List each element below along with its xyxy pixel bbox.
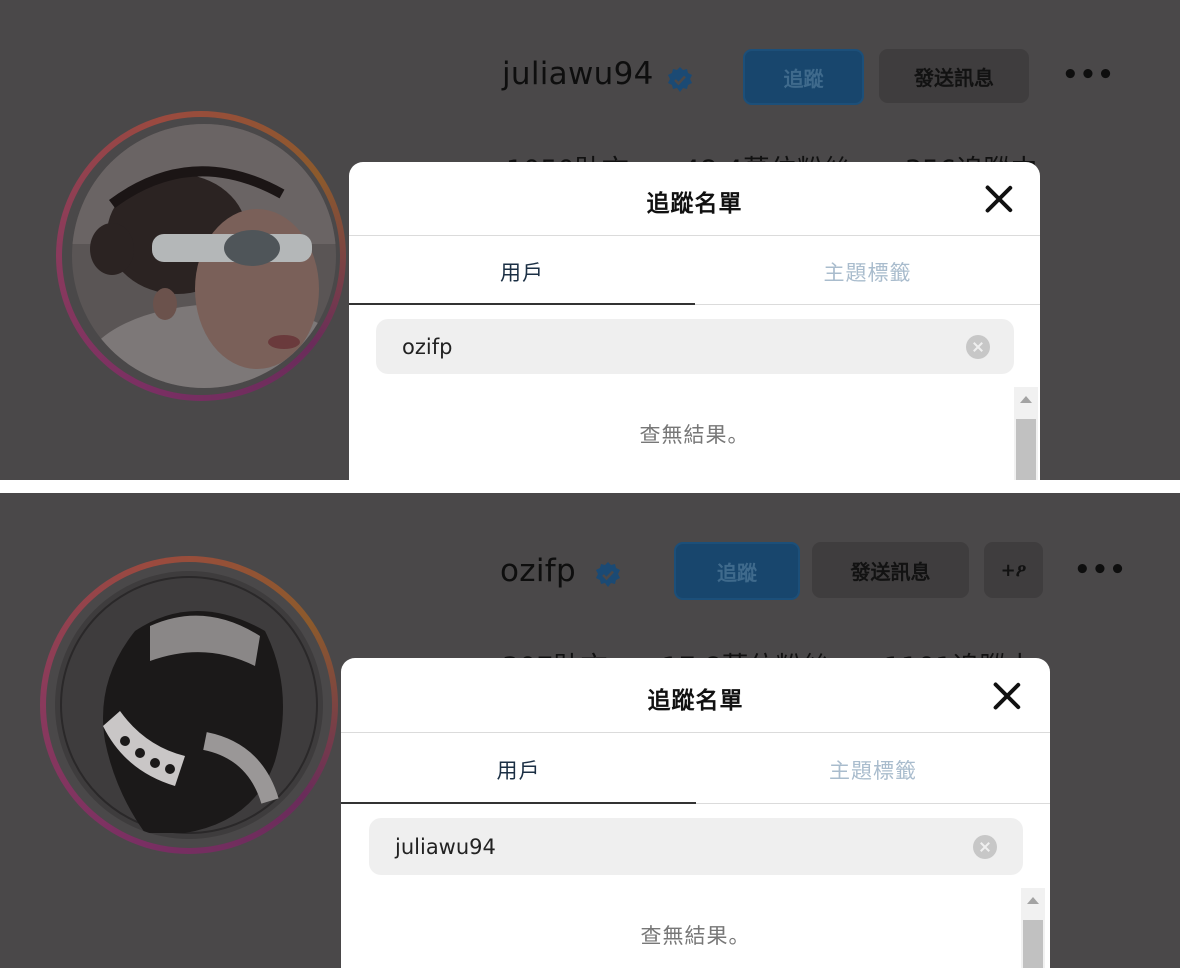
- avatar[interactable]: [55, 571, 323, 839]
- search-input[interactable]: ozifp: [402, 335, 452, 359]
- clear-search-icon[interactable]: [966, 334, 990, 359]
- tab-hashtags[interactable]: 主題標籤: [696, 755, 1050, 785]
- search-field[interactable]: ozifp: [376, 319, 1014, 374]
- tab-hashtags[interactable]: 主題標籤: [695, 257, 1040, 287]
- send-message-button[interactable]: 發送訊息: [812, 542, 969, 598]
- empty-result-text: 查無結果。: [639, 423, 750, 447]
- close-icon[interactable]: [991, 680, 1023, 712]
- avatar[interactable]: [72, 124, 336, 388]
- more-options-icon[interactable]: •••: [1062, 60, 1115, 90]
- search-field[interactable]: juliawu94: [369, 818, 1023, 875]
- profile-username: ozifp: [500, 553, 576, 589]
- header-divider: [341, 732, 1050, 733]
- send-message-button[interactable]: 發送訊息: [879, 49, 1029, 103]
- active-tab-indicator: [349, 303, 695, 305]
- close-icon[interactable]: [983, 183, 1015, 215]
- header-divider: [349, 235, 1040, 236]
- scrollbar[interactable]: [1014, 387, 1038, 480]
- empty-result-text: 查無結果。: [640, 924, 751, 948]
- follow-button[interactable]: 追蹤: [743, 49, 864, 105]
- scrollbar-thumb[interactable]: [1023, 920, 1043, 968]
- clear-search-icon[interactable]: [973, 834, 997, 859]
- tab-users[interactable]: 用戶: [349, 257, 695, 287]
- scrollbar-thumb[interactable]: [1016, 419, 1036, 480]
- verified-badge-icon: [668, 67, 692, 92]
- screenshot-juliawu94: juliawu94 追蹤 發送訊息 ••• 1050貼文 48.4萬位粉絲 35…: [0, 0, 1180, 480]
- more-options-icon[interactable]: •••: [1074, 555, 1127, 585]
- search-input[interactable]: juliawu94: [395, 835, 496, 859]
- profile-username: juliawu94: [502, 56, 654, 92]
- screenshot-ozifp: ozifp 追蹤 發送訊息 +ዖ ••• 307貼文 17.8萬位粉絲 1101…: [0, 493, 1180, 968]
- tab-users[interactable]: 用戶: [341, 755, 696, 785]
- active-tab-indicator: [341, 802, 696, 804]
- scroll-up-icon[interactable]: [1027, 897, 1039, 904]
- scroll-up-icon[interactable]: [1020, 396, 1032, 403]
- dialog-title: 追蹤名單: [646, 191, 743, 217]
- follow-button[interactable]: 追蹤: [674, 542, 800, 600]
- add-user-icon[interactable]: +ዖ: [984, 542, 1043, 598]
- verified-badge-icon: [596, 562, 620, 587]
- following-list-dialog: 追蹤名單 用戶 主題標籤 juliawu94 查無結果。: [341, 658, 1050, 968]
- dialog-title: 追蹤名單: [647, 688, 744, 714]
- following-list-dialog: 追蹤名單 用戶 主題標籤 ozifp 查無結果。: [349, 162, 1040, 480]
- scrollbar[interactable]: [1021, 888, 1045, 968]
